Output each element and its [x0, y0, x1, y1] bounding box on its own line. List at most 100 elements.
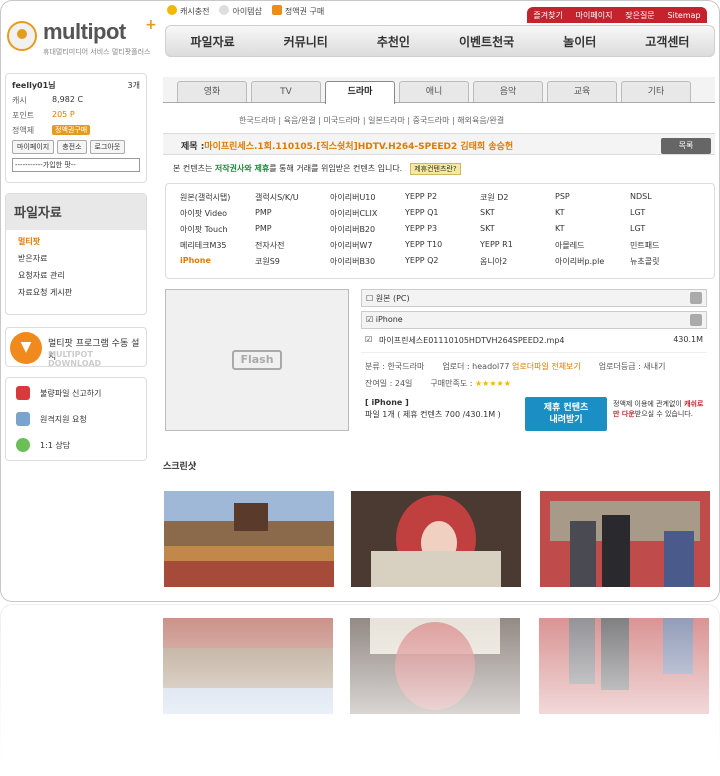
device-item[interactable]: YEPP Q2 — [405, 256, 480, 269]
device-item[interactable]: YEPP P3 — [405, 224, 480, 237]
top-link-favorites[interactable]: 즐겨찾기 — [533, 10, 562, 21]
plan-label: 정액제 — [12, 126, 35, 135]
download-icon: ▼ — [10, 332, 42, 364]
one-on-one[interactable]: 1:1 상담 — [16, 438, 136, 452]
device-item[interactable]: 아이리버B30 — [330, 256, 405, 269]
device-item[interactable]: YEPP P2 — [405, 192, 480, 205]
joined-pot-select[interactable]: -----------가입한 팟-- — [12, 158, 140, 172]
device-item[interactable]: 아이리버CLIX — [330, 208, 405, 221]
tab-etc[interactable]: 기타 — [621, 81, 691, 102]
device-item[interactable]: 원본(갤럭시탭) — [180, 192, 255, 205]
device-item[interactable]: KT — [555, 208, 630, 221]
uploader-files-link[interactable]: 업로더파일 전체보기 — [512, 362, 581, 371]
file-checkbox[interactable]: ☑ — [365, 335, 372, 344]
quick-link-cash[interactable]: 캐시충전 — [167, 5, 209, 17]
message-count[interactable]: 3개 — [128, 80, 140, 91]
logo-plus: + — [145, 17, 157, 33]
device-item[interactable]: PMP — [255, 224, 330, 237]
tab-education[interactable]: 교육 — [547, 81, 617, 102]
device-item[interactable]: 아이리버p.ple — [555, 256, 630, 269]
expand-icon[interactable] — [690, 292, 702, 304]
mypage-button[interactable]: 마이페이지 — [12, 140, 55, 154]
device-item[interactable]: YEPP Q1 — [405, 208, 480, 221]
file-menu-received[interactable]: 받은자료 — [18, 253, 134, 264]
file-menu: 파일자료 멀티팟 받은자료 요청자료 관리 자료요청 게시판 — [5, 193, 147, 315]
tab-music[interactable]: 음악 — [473, 81, 543, 102]
device-item[interactable]: SKT — [480, 208, 555, 221]
uploader-grade: 업로더등급 : 새내기 — [598, 362, 666, 371]
tab-anime[interactable]: 애니 — [399, 81, 469, 102]
quick-link-itemshop[interactable]: 아이템샵 — [219, 5, 262, 17]
device-item[interactable]: YEPP R1 — [480, 240, 555, 253]
logo-mark-icon — [7, 21, 37, 51]
sub-categories[interactable]: 한국드라마 | 육음/완결 | 미국드라마 | 일본드라마 | 중국드라마 | … — [239, 115, 504, 126]
page-reflection — [0, 604, 720, 776]
tab-tv[interactable]: TV — [251, 81, 321, 102]
remote-support[interactable]: 원격지원 요청 — [16, 412, 136, 426]
device-item[interactable]: iPhone — [180, 256, 255, 269]
top-link-faq[interactable]: 잦은질문 — [625, 10, 654, 21]
nav-support[interactable]: 고객센터 — [645, 33, 689, 50]
file-menu-requests[interactable]: 요청자료 관리 — [18, 270, 134, 281]
plan-buy-button[interactable]: 정액권구매 — [52, 125, 91, 135]
user-box: feelly01님 3개 캐시 8,982 C 포인트 205 P 정액제 정액권구매… — [5, 73, 147, 183]
device-item[interactable]: 뉴초콜릿 — [630, 256, 705, 269]
flash-preview[interactable]: Flash — [165, 289, 349, 431]
device-item[interactable]: 아이리버U10 — [330, 192, 405, 205]
device-item[interactable]: SKT — [480, 224, 555, 237]
top-link-mypage[interactable]: 마이페이지 — [576, 10, 613, 21]
nav-referrer[interactable]: 추천인 — [377, 33, 410, 50]
device-item[interactable]: 아이팟 Video — [180, 208, 255, 221]
file-menu-multipot[interactable]: 멀티팟 — [18, 236, 134, 247]
original-pc-header[interactable]: ☐ 원본 (PC) — [361, 289, 707, 307]
device-item[interactable]: 코원S9 — [255, 256, 330, 269]
device-item[interactable]: 전자사전 — [255, 240, 330, 253]
support-box: 불량파일 신고하기 원격지원 요청 1:1 상담 — [5, 377, 147, 461]
device-item[interactable]: 갤럭시S/K/U — [255, 192, 330, 205]
file-menu-request-board[interactable]: 자료요청 게시판 — [18, 287, 134, 298]
screenshot-1[interactable] — [164, 491, 334, 587]
device-item[interactable]: PMP — [255, 208, 330, 221]
tab-movie[interactable]: 영화 — [177, 81, 247, 102]
point-label: 포인트 — [12, 111, 35, 120]
multipot-logo[interactable]: multipot + 휴대멀티미디어 서비스 멀티팟플러스 — [7, 17, 157, 61]
monitor-icon — [16, 412, 30, 426]
device-item[interactable]: KT — [555, 224, 630, 237]
install-banner[interactable]: ▼ 멀티팟 프로그램 수동 설치 MULTIPOT DOWNLOAD — [5, 327, 147, 368]
iphone-header[interactable]: ☑ iPhone — [361, 311, 707, 329]
charge-button[interactable]: 충전소 — [57, 140, 87, 154]
device-item[interactable]: LGT — [630, 208, 705, 221]
device-item[interactable]: 아이리버W7 — [330, 240, 405, 253]
user-id: feelly01님 — [12, 81, 56, 90]
nav-community[interactable]: 커뮤니티 — [284, 33, 328, 50]
collapse-icon[interactable] — [690, 314, 702, 326]
tab-drama[interactable]: 드라마 — [325, 81, 395, 104]
download-button[interactable]: 제휴 컨텐츠 내려받기 — [525, 397, 607, 431]
logout-button[interactable]: 로그아웃 — [89, 140, 126, 154]
device-item[interactable]: YEPP T10 — [405, 240, 480, 253]
nav-files[interactable]: 파일자료 — [191, 33, 235, 50]
device-item[interactable]: 민트패드 — [630, 240, 705, 253]
nav-events[interactable]: 이벤트천국 — [459, 33, 514, 50]
cash-label: 캐시 — [12, 96, 27, 105]
device-item[interactable]: 메리테크M35 — [180, 240, 255, 253]
device-item[interactable]: 아이리버B20 — [330, 224, 405, 237]
file-name: 마이프린세스E01110105HDTVH264SPEED2.mp4 — [379, 336, 565, 345]
top-link-sitemap[interactable]: Sitemap — [667, 11, 700, 20]
itemshop-icon — [219, 5, 230, 15]
content-title: 제목 :마이프린세스.1회.110105.[직스쉿처]HDTV.H264-SPE… — [181, 142, 514, 152]
screenshot-2[interactable] — [351, 491, 521, 587]
device-item[interactable]: 아이팟 Touch — [180, 224, 255, 237]
device-item[interactable]: PSP — [555, 192, 630, 205]
screenshot-3[interactable] — [540, 491, 710, 587]
device-item[interactable]: LGT — [630, 224, 705, 237]
report-bad-file[interactable]: 불량파일 신고하기 — [16, 386, 136, 400]
list-button[interactable]: 목록 — [661, 138, 711, 154]
device-item[interactable]: 아몰레드 — [555, 240, 630, 253]
device-item[interactable]: 코원 D2 — [480, 192, 555, 205]
quick-link-plan[interactable]: 정액권 구매 — [271, 5, 324, 17]
partner-info-button[interactable]: 제휴컨텐츠란? — [410, 163, 461, 175]
device-item[interactable]: 옴니아2 — [480, 256, 555, 269]
device-item[interactable]: NDSL — [630, 192, 705, 205]
nav-playground[interactable]: 놀이터 — [563, 33, 596, 50]
